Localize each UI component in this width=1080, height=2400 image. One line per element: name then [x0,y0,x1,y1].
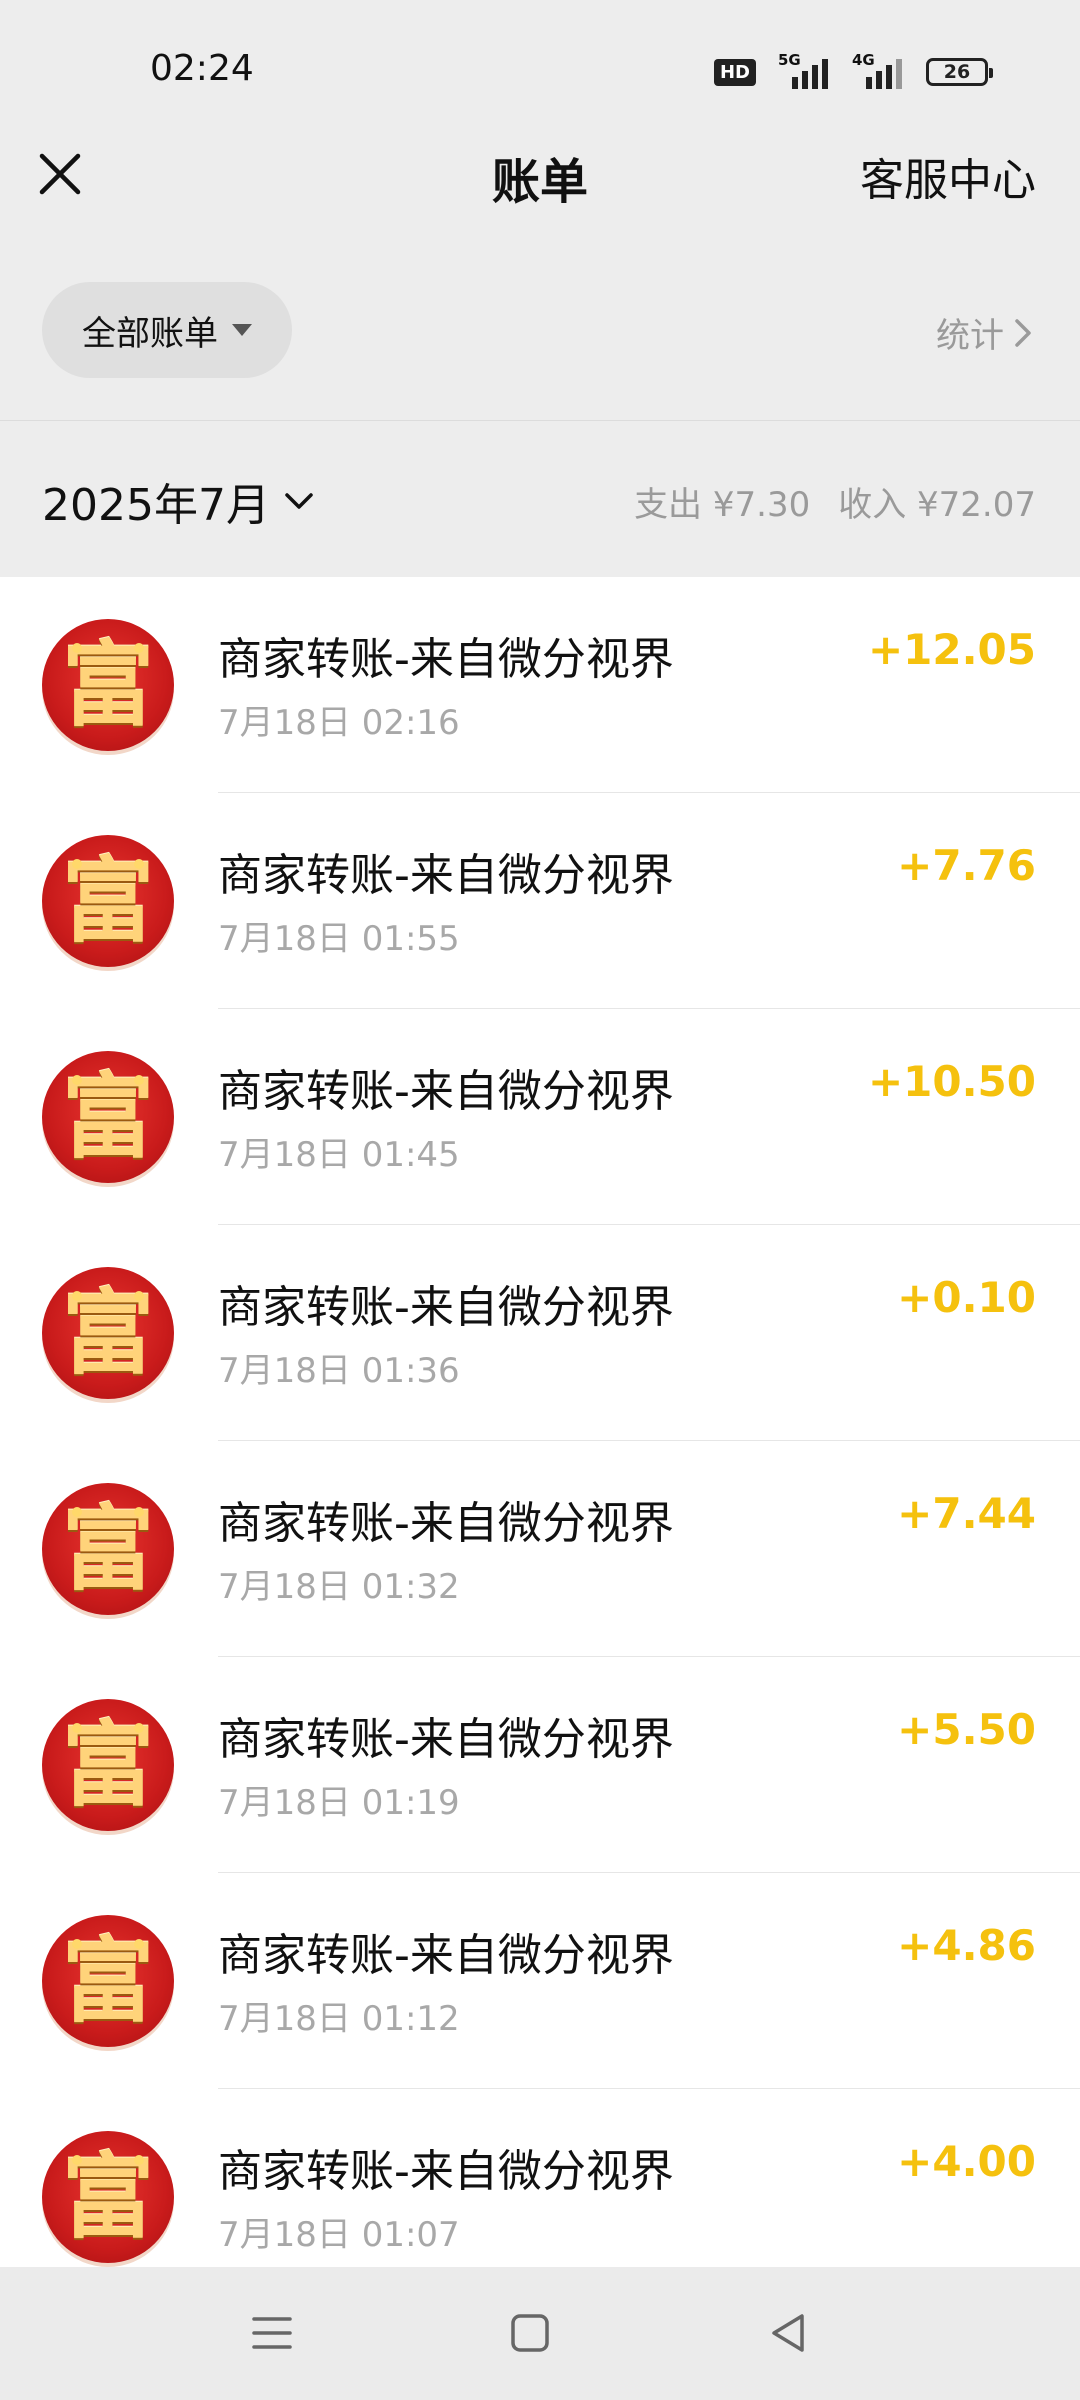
transaction-time: 7月18日 01:32 [218,1567,460,1607]
transaction-title: 商家转账-来自微分视界 [218,634,674,685]
merchant-avatar: 富 [42,1483,174,1615]
transaction-amount: +10.50 [867,1057,1036,1106]
income-total: 收入 ¥72.07 [838,485,1036,525]
transaction-title: 商家转账-来自微分视界 [218,1498,674,1549]
transaction-time: 7月18日 01:19 [218,1783,460,1823]
bill-filter-dropdown[interactable]: 全部账单 [42,282,292,378]
transaction-row[interactable]: 富 商家转账-来自微分视界 7月18日 01:12 +4.86 [0,1873,1080,2089]
transaction-amount: +7.76 [897,841,1036,890]
transaction-row[interactable]: 富 商家转账-来自微分视界 7月18日 02:16 +12.05 [0,577,1080,793]
transaction-title: 商家转账-来自微分视界 [218,850,674,901]
expense-total: 支出 ¥7.30 [634,485,811,525]
transaction-title: 商家转账-来自微分视界 [218,1282,674,1333]
month-summary: 支出 ¥7.30 收入 ¥72.07 [634,477,1036,526]
transaction-title: 商家转账-来自微分视界 [218,1714,674,1765]
month-picker[interactable]: 2025年7月 [42,469,314,533]
merchant-avatar: 富 [42,1267,174,1399]
transaction-row[interactable]: 富 商家转账-来自微分视界 7月18日 01:32 +7.44 [0,1441,1080,1657]
transaction-row[interactable]: 富 商家转账-来自微分视界 7月18日 01:19 +5.50 [0,1657,1080,1873]
merchant-avatar: 富 [42,835,174,967]
battery-level: 26 [943,61,971,83]
header: 账单 客服中心 [0,120,1080,230]
transaction-amount: +4.86 [897,1921,1036,1970]
transaction-row[interactable]: 富 商家转账-来自微分视界 7月18日 01:45 +10.50 [0,1009,1080,1225]
month-bar: 2025年7月 支出 ¥7.30 收入 ¥72.07 [0,421,1080,577]
transaction-time: 7月18日 01:07 [218,2215,460,2255]
transaction-list: 富 商家转账-来自微分视界 7月18日 02:16 +12.05 富 商家转账-… [0,577,1080,2267]
transaction-title: 商家转账-来自微分视界 [218,1930,674,1981]
menu-icon [252,2317,292,2349]
system-nav-bar [0,2267,1080,2400]
filter-bar: 全部账单 统计 [0,240,1080,421]
transaction-time: 7月18日 01:12 [218,1999,460,2039]
merchant-avatar: 富 [42,2131,174,2263]
transaction-time: 7月18日 01:45 [218,1135,460,1175]
status-icons: HD 5G 4G 26 [713,51,993,90]
transaction-time: 7月18日 01:55 [218,919,460,959]
transaction-amount: +4.00 [897,2137,1036,2186]
status-bar: 02:24 HD 5G 4G 26 [0,0,1080,140]
transaction-title: 商家转账-来自微分视界 [218,1066,674,1117]
status-time: 02:24 [150,48,254,89]
transaction-amount: +0.10 [897,1273,1036,1322]
month-label: 2025年7月 [42,480,270,531]
transaction-amount: +12.05 [867,625,1036,674]
transaction-time: 7月18日 02:16 [218,703,460,743]
battery-icon: 26 [926,58,993,86]
transaction-amount: +5.50 [897,1705,1036,1754]
transaction-row[interactable]: 富 商家转账-来自微分视界 7月18日 01:07 +4.00 [0,2089,1080,2267]
transaction-row[interactable]: 富 商家转账-来自微分视界 7月18日 01:36 +0.10 [0,1225,1080,1441]
menu-button[interactable] [232,2297,312,2369]
statistics-label: 统计 [936,316,1004,356]
back-triangle-icon [772,2314,804,2352]
net-type-label: 4G [852,51,875,69]
signal-5g-icon: 5G [778,51,830,89]
net-type-label: 5G [778,51,801,69]
chevron-down-icon [285,493,313,509]
merchant-avatar: 富 [42,1699,174,1831]
chevron-right-icon [1015,318,1031,347]
merchant-avatar: 富 [42,1915,174,2047]
transaction-amount: +7.44 [897,1489,1036,1538]
caret-down-icon [232,324,252,336]
back-button[interactable] [748,2297,828,2369]
transaction-row[interactable]: 富 商家转账-来自微分视界 7月18日 01:55 +7.76 [0,793,1080,1009]
customer-service-link[interactable]: 客服中心 [860,144,1036,208]
merchant-avatar: 富 [42,1051,174,1183]
bill-filter-label: 全部账单 [82,313,218,354]
hd-icon: HD [713,58,756,86]
merchant-avatar: 富 [42,619,174,751]
transaction-time: 7月18日 01:36 [218,1351,460,1391]
signal-4g-icon: 4G [852,51,904,89]
home-button[interactable] [490,2297,570,2369]
transaction-title: 商家转账-来自微分视界 [218,2146,674,2197]
home-square-icon [511,2314,549,2352]
statistics-link[interactable]: 统计 [936,308,1032,357]
